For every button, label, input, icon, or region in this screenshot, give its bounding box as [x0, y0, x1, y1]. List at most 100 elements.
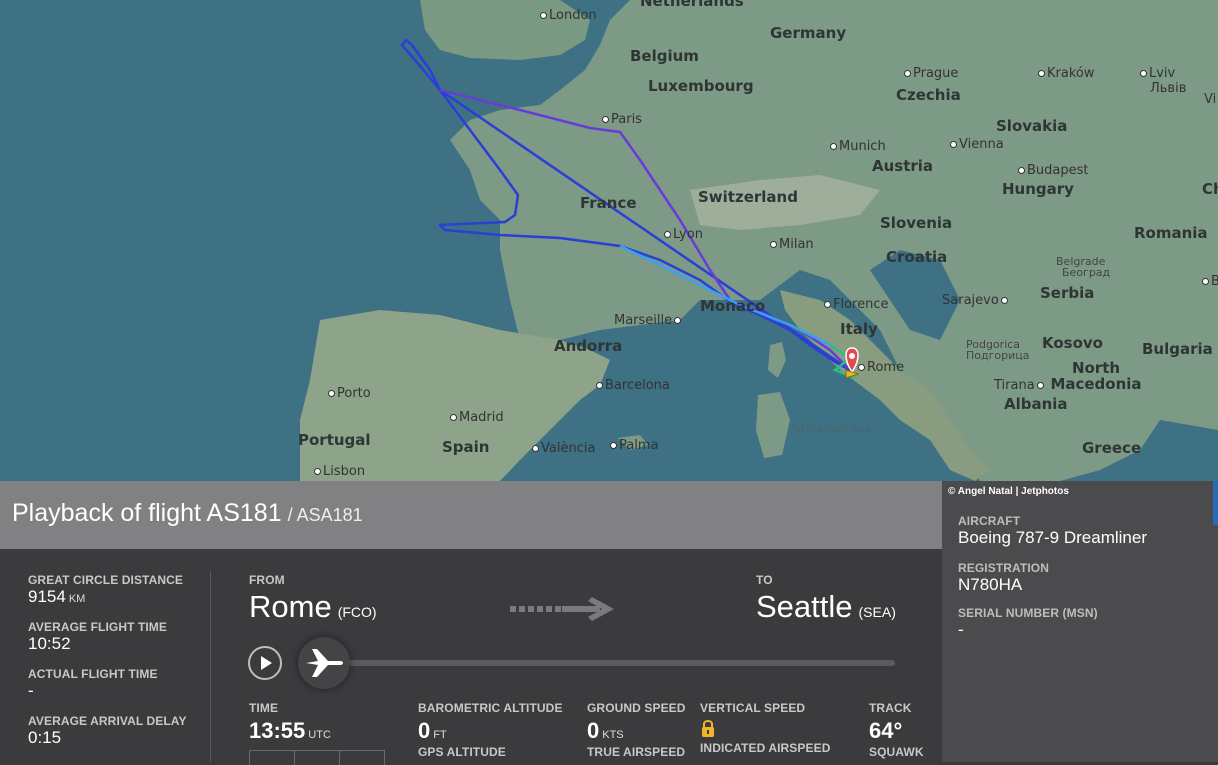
label-luxembourg: Luxembourg — [648, 77, 754, 95]
label-serbia: Serbia — [1040, 284, 1095, 302]
city-prague: Prague — [904, 66, 958, 81]
airplane-icon — [306, 649, 343, 677]
serial-label: SERIAL NUMBER (MSN) — [958, 606, 1098, 620]
aircraft-value: Boeing 787-9 Dreamliner — [958, 528, 1147, 547]
serial-value: - — [958, 620, 964, 639]
baro-label: BAROMETRIC ALTITUDE — [418, 701, 563, 715]
ground-speed-unit: KTS — [602, 729, 624, 741]
city-rome: Rome — [858, 360, 904, 375]
flight-map[interactable]: Netherlands Germany Belgium Luxembourg C… — [0, 0, 1218, 481]
ground-speed-value: 0 — [587, 718, 600, 743]
playback-timeline[interactable] — [330, 660, 895, 666]
label-monaco: Monaco — [700, 297, 766, 315]
city-lisbon: Lisbon — [314, 464, 365, 479]
avg-flight-time-stat: AVERAGE FLIGHT TIME 10:52 — [28, 620, 167, 654]
time-control-3[interactable] — [340, 750, 385, 765]
city-porto: Porto — [328, 386, 371, 401]
panel-divider — [210, 571, 211, 762]
time-controls — [249, 750, 385, 765]
avg-delay-stat: AVERAGE ARRIVAL DELAY 0:15 — [28, 714, 187, 748]
destination-city: Seattle — [756, 589, 853, 624]
label-hungary: Hungary — [1002, 180, 1074, 198]
city-tirana: Tirana — [994, 378, 1046, 393]
time-unit: UTC — [308, 729, 331, 741]
label-germany: Germany — [770, 24, 847, 42]
label-bulgaria: Bulgaria — [1142, 340, 1213, 358]
ground-speed-stat: GROUND SPEED 0 KTS TRUE AIRSPEED — [587, 701, 686, 759]
label-france: France — [580, 194, 637, 212]
aircraft-info-panel: © Angel Natal | Jetphotos AIRCRAFT Boein… — [942, 481, 1218, 762]
city-marseille: Marseille — [614, 313, 683, 328]
gps-altitude-label: GPS ALTITUDE — [418, 745, 506, 759]
sea-tyrrhenian: Tyrrhenian Sea — [790, 422, 872, 435]
time-stat: TIME 13:55 UTC — [249, 701, 385, 765]
baro-unit: FT — [433, 729, 447, 741]
scrollbar[interactable] — [1213, 481, 1218, 525]
actual-flight-time-value: - — [28, 681, 34, 700]
vertical-speed-locked[interactable] — [700, 719, 830, 741]
city-bu-partial: Bu — [1202, 274, 1218, 289]
destination-code: (SEA) — [858, 604, 896, 620]
indicated-airspeed-label: INDICATED AIRSPEED — [700, 741, 831, 755]
city-milan: Milan — [770, 237, 814, 252]
barometric-altitude-stat: BAROMETRIC ALTITUDE 0 FT GPS ALTITUDE — [418, 701, 563, 759]
city-krakow: Kraków — [1038, 66, 1095, 81]
city-vi-partial: Vi — [1204, 92, 1217, 107]
actual-flight-time-label: ACTUAL FLIGHT TIME — [28, 667, 158, 681]
registration-label: REGISTRATION — [958, 561, 1049, 575]
city-paris: Paris — [602, 112, 642, 127]
origin-city: Rome — [249, 589, 332, 624]
label-kosovo: Kosovo — [1042, 334, 1103, 352]
city-madrid: Madrid — [450, 410, 504, 425]
great-circle-label: GREAT CIRCLE DISTANCE — [28, 573, 183, 587]
track-stat: TRACK 64° SQUAWK — [869, 701, 924, 759]
great-circle-value: 9154 KM — [28, 587, 86, 606]
city-vienna: Vienna — [950, 137, 1004, 152]
city-lyon: Lyon — [664, 227, 703, 242]
registration-value: N780HA — [958, 575, 1023, 594]
true-airspeed-label: TRUE AIRSPEED — [587, 745, 686, 759]
track-value: 64° — [869, 718, 903, 743]
from-label: FROM — [249, 573, 285, 587]
squawk-label: SQUAWK — [869, 745, 924, 759]
label-portugal: Portugal — [298, 431, 371, 449]
aircraft-type-stat: AIRCRAFT Boeing 787-9 Dreamliner — [958, 514, 1147, 548]
play-button[interactable] — [248, 646, 282, 680]
label-slovenia: Slovenia — [880, 214, 953, 232]
destination: TO Seattle (SEA) — [756, 573, 896, 625]
label-romania: Romania — [1134, 224, 1208, 242]
label-netherlands: Netherlands — [640, 0, 744, 10]
photo-credit[interactable]: © Angel Natal | Jetphotos — [948, 486, 1069, 497]
city-lviv: Lviv Львів — [1140, 66, 1186, 96]
city-valencia: València — [532, 441, 595, 456]
serial-number-stat: SERIAL NUMBER (MSN) - — [958, 606, 1098, 640]
label-austria: Austria — [872, 157, 934, 175]
city-palma: Palma — [610, 438, 658, 453]
great-circle-stat: GREAT CIRCLE DISTANCE 9154 KM — [28, 573, 183, 607]
label-italy: Italy — [840, 320, 878, 338]
time-control-2[interactable] — [295, 750, 340, 765]
label-slovakia: Slovakia — [996, 117, 1068, 135]
city-sarajevo: Sarajevo — [942, 293, 1010, 308]
label-albania: Albania — [1004, 395, 1068, 413]
city-london: London — [540, 8, 597, 23]
vertical-speed-stat: VERTICAL SPEED INDICATED AIRSPEED — [700, 701, 830, 755]
playback-scrubber[interactable] — [298, 637, 350, 689]
time-label: TIME — [249, 701, 279, 715]
label-czechia: Czechia — [896, 86, 961, 104]
label-greece: Greece — [1082, 439, 1142, 457]
track-label: TRACK — [869, 701, 912, 715]
to-label: TO — [756, 573, 773, 587]
label-switzerland: Switzerland — [698, 188, 798, 206]
flight-title: Playback of flight AS181 — [12, 499, 282, 527]
label-chisinau-partial: Ch — [1202, 180, 1218, 198]
vertical-speed-label: VERTICAL SPEED — [700, 701, 806, 715]
city-barcelona: Barcelona — [596, 378, 670, 393]
city-munich: Munich — [830, 139, 886, 154]
time-control-1[interactable] — [249, 750, 295, 765]
avg-flight-time-label: AVERAGE FLIGHT TIME — [28, 620, 168, 634]
registration-stat: REGISTRATION N780HA — [958, 561, 1049, 595]
label-north-macedonia: North Macedonia — [1050, 359, 1142, 393]
label-croatia: Croatia — [886, 248, 948, 266]
baro-value: 0 — [418, 718, 431, 743]
